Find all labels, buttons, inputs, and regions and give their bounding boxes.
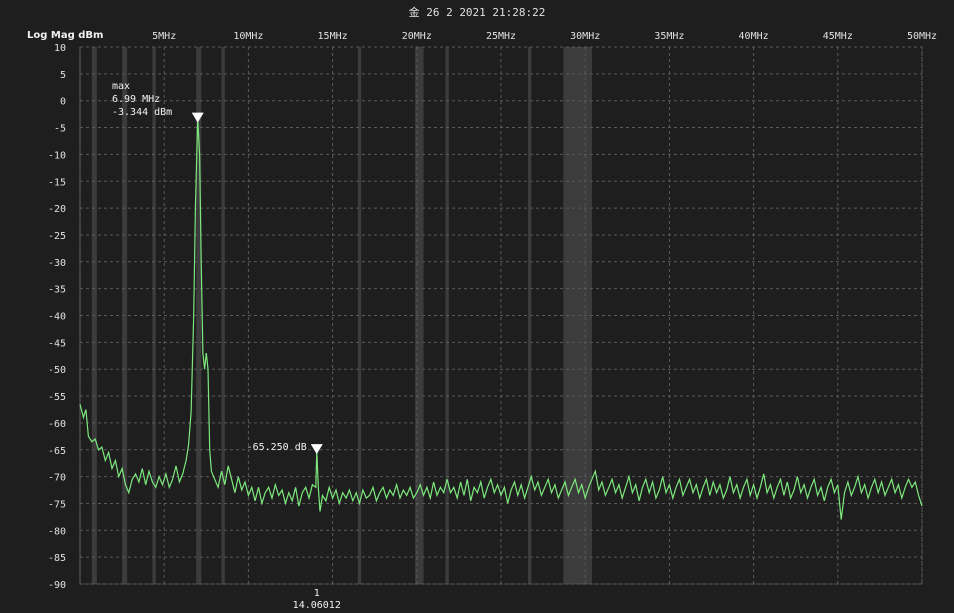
delta-marker-value: -65.250 dB [247,442,307,453]
x-tick-label: 20MHz [402,31,432,42]
y-tick-label: -55 [48,392,66,403]
x-tick-label: 40MHz [739,31,769,42]
delta-marker-frequency: 14.06012 [293,600,341,611]
y-tick-label: -75 [48,499,66,510]
x-tick-labels: 5MHz 10MHz 15MHz 20MHz 25MHz 30MHz 35MHz 40MHz 4… [152,31,937,42]
max-marker-label: 6.99 MHz [112,94,160,105]
y-tick-label: -5 [54,124,66,135]
y-tick-label: 0 [60,97,66,108]
x-tick-label: 15MHz [318,31,348,42]
grid-lines [79,46,923,585]
max-marker-label: max [112,81,130,92]
y-tick-label: -15 [48,177,66,188]
y-tick-label: -35 [48,285,66,296]
max-marker-icon [191,112,204,123]
delta-marker-icon [310,444,323,455]
y-tick-label: -10 [48,150,66,161]
y-tick-label: -45 [48,338,66,349]
y-tick-labels: 10 5 0 -5 -10 -15 -20 -25 -30 -35 -40 -45 -50 -55 -60 -… [48,43,66,591]
y-tick-label: -30 [48,258,66,269]
x-tick-label: 50MHz [907,31,937,42]
delta-marker-index: 1 [314,588,320,599]
markers: max 6.99 MHz -3.344 dBm -65.250 dB 114.06012 [112,81,341,611]
y-tick-label: -40 [48,312,66,323]
y-tick-label: -50 [48,365,66,376]
y-tick-label: 5 [60,70,66,81]
x-tick-label: 5MHz [152,31,176,42]
y-tick-label: -25 [48,231,66,242]
y-tick-label: -90 [48,580,66,591]
y-tick-label: -60 [48,419,66,430]
y-tick-label: -85 [48,553,66,564]
x-tick-label: 30MHz [570,31,600,42]
y-tick-label: 10 [54,43,66,54]
y-tick-label: -20 [48,204,66,215]
x-tick-label: 25MHz [486,31,516,42]
y-tick-label: -70 [48,473,66,484]
x-tick-label: 45MHz [823,31,853,42]
spectrum-chart: 5MHz 10MHz 15MHz 20MHz 25MHz 30MHz 35MHz 40MHz 4… [48,31,937,611]
max-marker-label: -3.344 dBm [112,107,172,118]
y-tick-label: -65 [48,446,66,457]
y-tick-label: -80 [48,526,66,537]
x-tick-label: 35MHz [654,31,684,42]
x-tick-label: 10MHz [233,31,263,42]
